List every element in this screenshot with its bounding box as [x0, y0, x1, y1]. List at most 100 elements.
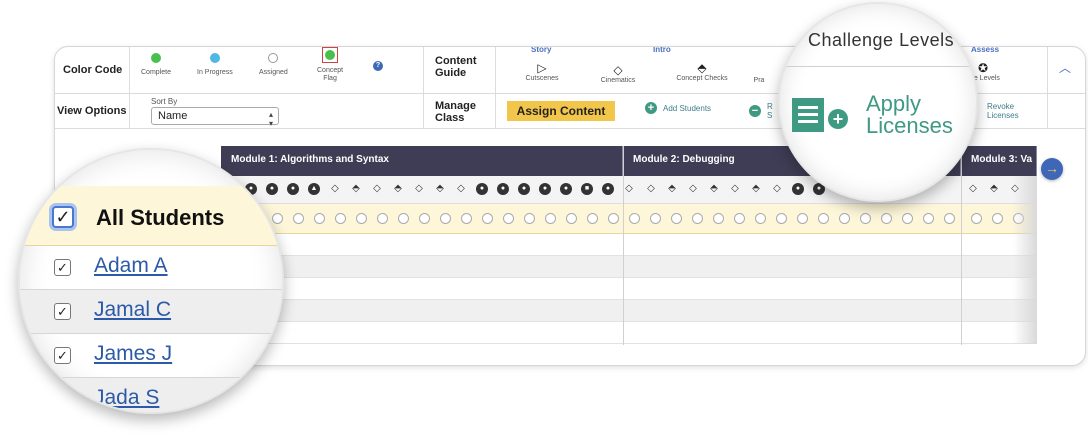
guide-concept-checks-label: Concept Checks [676, 75, 728, 82]
level-icon[interactable]: ◇ [623, 183, 635, 195]
level-icon[interactable]: ● [539, 183, 551, 195]
module-1-header[interactable]: Module 1: Algorithms and Syntax [221, 146, 623, 176]
level-icon[interactable]: ● [476, 183, 488, 195]
progress-circle[interactable] [524, 213, 535, 224]
progress-circle[interactable] [482, 213, 493, 224]
progress-circle[interactable] [335, 213, 346, 224]
student-row: ✓ Jamal C [20, 290, 282, 334]
progress-circle[interactable] [608, 213, 619, 224]
progress-circle[interactable] [755, 213, 766, 224]
student-checkbox[interactable]: ✓ [54, 347, 71, 364]
help-icon[interactable]: ? [373, 61, 383, 71]
add-students-button[interactable]: + Add Students [645, 102, 715, 114]
revoke-licenses-button[interactable]: Revoke Licenses [987, 102, 1043, 120]
progress-circle[interactable] [356, 213, 367, 224]
level-icon[interactable]: ◇ [329, 183, 341, 195]
student-name-link[interactable]: Jada S [94, 386, 159, 410]
level-icon[interactable]: ● [497, 183, 509, 195]
progress-circle[interactable] [461, 213, 472, 224]
progress-circle[interactable] [776, 213, 787, 224]
level-icon[interactable]: ● [287, 183, 299, 195]
select-arrows-icon: ▴ ▾ [268, 110, 273, 128]
progress-circle[interactable] [650, 213, 661, 224]
divider [423, 47, 424, 93]
level-icon[interactable]: ● [602, 183, 614, 195]
level-icon[interactable]: ⬘ [988, 183, 1000, 195]
progress-circle[interactable] [440, 213, 451, 224]
level-icon[interactable]: ● [792, 183, 804, 195]
all-students-checkbox[interactable]: ✓ [52, 206, 74, 228]
progress-circle[interactable] [419, 213, 430, 224]
module-3-header[interactable]: Module 3: Va [961, 146, 1037, 176]
progress-circle[interactable] [377, 213, 388, 224]
collapse-chevron-up-icon[interactable]: ︿ [1059, 59, 1071, 76]
in-progress-dot-icon [209, 53, 220, 63]
student-name-link[interactable]: Jamal C [94, 298, 171, 322]
student-name-link[interactable]: James J [94, 342, 172, 366]
concept-flag-icon [322, 47, 339, 63]
table-row [221, 256, 1037, 278]
student-checkbox[interactable]: ✓ [54, 391, 71, 408]
progress-circle[interactable] [293, 213, 304, 224]
level-icon[interactable]: ⬘ [350, 183, 362, 195]
apply-licenses-button[interactable]: Apply Licenses [866, 93, 976, 137]
level-icon[interactable]: ⬘ [434, 183, 446, 195]
level-icon[interactable]: ◇ [967, 183, 979, 195]
progress-circle[interactable] [923, 213, 934, 224]
level-icon[interactable]: ⬘ [392, 183, 404, 195]
level-icon[interactable]: ◇ [455, 183, 467, 195]
student-checkbox[interactable]: ✓ [54, 259, 71, 276]
guide-practice: Pra [739, 77, 779, 84]
progress-circle[interactable] [818, 213, 829, 224]
progress-circle[interactable] [944, 213, 955, 224]
progress-circle[interactable] [545, 213, 556, 224]
level-icon[interactable]: ◇ [687, 183, 699, 195]
progress-circle[interactable] [860, 213, 871, 224]
divider [495, 47, 496, 93]
level-icon[interactable]: ⬘ [708, 183, 720, 195]
scroll-right-arrow-icon[interactable]: → [1041, 158, 1063, 180]
progress-circle[interactable] [671, 213, 682, 224]
level-icon[interactable]: ● [560, 183, 572, 195]
level-icon[interactable]: ◇ [771, 183, 783, 195]
level-icon[interactable]: ● [518, 183, 530, 195]
divider [1047, 47, 1048, 93]
legend-complete: Complete [141, 53, 171, 76]
level-icon[interactable]: ▲ [308, 183, 320, 195]
table-row [221, 278, 1037, 300]
progress-circle[interactable] [503, 213, 514, 224]
progress-circle[interactable] [587, 213, 598, 224]
level-icon[interactable]: ◇ [371, 183, 383, 195]
level-icon[interactable]: ◇ [729, 183, 741, 195]
guide-concept-checks: ⬘ Concept Checks [667, 61, 737, 82]
level-icon[interactable]: ◇ [413, 183, 425, 195]
divider [495, 94, 496, 128]
progress-circle[interactable] [629, 213, 640, 224]
student-checkbox[interactable]: ✓ [54, 303, 71, 320]
level-icon[interactable]: ◇ [645, 183, 657, 195]
progress-circle[interactable] [992, 213, 1003, 224]
level-icon[interactable]: ⬘ [750, 183, 762, 195]
progress-circle[interactable] [881, 213, 892, 224]
progress-circle[interactable] [971, 213, 982, 224]
remove-students-button[interactable]: − R S [749, 102, 773, 120]
diamond-arrows-icon: ⬘ [697, 61, 707, 75]
progress-circle[interactable] [566, 213, 577, 224]
sort-by-select[interactable]: Name ▴ ▾ [151, 107, 279, 128]
progress-circle[interactable] [839, 213, 850, 224]
progress-circle[interactable] [398, 213, 409, 224]
progress-circle[interactable] [734, 213, 745, 224]
progress-circle[interactable] [797, 213, 808, 224]
legend-in-progress-label: In Progress [197, 69, 233, 76]
student-name-link[interactable]: Adam A [94, 254, 168, 278]
level-icon[interactable]: ■ [581, 183, 593, 195]
progress-circle[interactable] [902, 213, 913, 224]
progress-circle[interactable] [692, 213, 703, 224]
module-divider [961, 146, 962, 345]
guide-cinematics: ◇ Cinematics [583, 63, 653, 84]
progress-circle[interactable] [713, 213, 724, 224]
level-icon[interactable]: ⬘ [666, 183, 678, 195]
view-options-label: View Options [55, 94, 130, 128]
progress-circle[interactable] [314, 213, 325, 224]
assign-content-button[interactable]: Assign Content [507, 101, 615, 121]
